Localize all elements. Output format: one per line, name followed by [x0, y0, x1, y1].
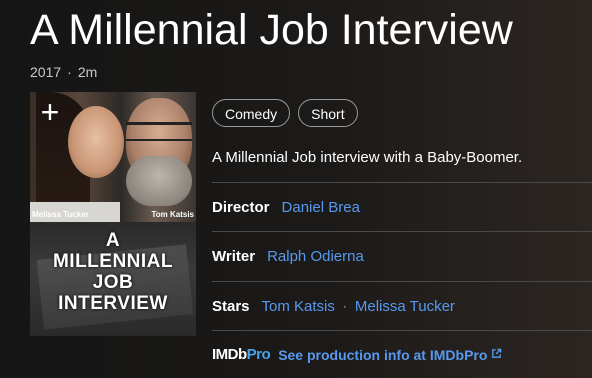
genre-chips: Comedy Short — [212, 99, 358, 127]
director-link[interactable]: Daniel Brea — [282, 199, 360, 216]
poster-glasses — [126, 122, 192, 141]
poster-caption-right: Tom Katsis — [151, 210, 194, 219]
credit-row-stars: Stars Tom Katsis · Melissa Tucker — [212, 281, 592, 330]
meta-separator: · — [67, 64, 72, 80]
poster-title-line: INTERVIEW — [58, 293, 168, 314]
imdbpro-row: IMDbPro See production info at IMDbPro — [212, 330, 592, 378]
poster-title-area: A MILLENNIAL JOB INTERVIEW — [30, 222, 196, 336]
poster-title-line: JOB — [92, 272, 134, 293]
genre-chip-comedy[interactable]: Comedy — [212, 99, 291, 127]
star-link[interactable]: Tom Katsis — [262, 298, 335, 315]
writer-link[interactable]: Ralph Odierna — [267, 248, 364, 265]
poster-figure-left — [68, 106, 124, 178]
poster[interactable]: Melissa Tucker Tom Katsis + A MILLENNIAL… — [30, 92, 196, 336]
poster-caption-left: Melissa Tucker — [32, 210, 89, 219]
plot-summary: A Millennial Job interview with a Baby-B… — [212, 149, 523, 166]
imdbpro-link[interactable]: See production info at IMDbPro — [278, 347, 487, 363]
genre-chip-short[interactable]: Short — [298, 99, 358, 127]
credit-row-writer: Writer Ralph Odierna — [212, 231, 592, 280]
imdbpro-logo-imdb: IMDb — [212, 346, 247, 363]
credit-row-director: Director Daniel Brea — [212, 182, 592, 231]
director-label[interactable]: Director — [212, 199, 270, 216]
writer-label[interactable]: Writer — [212, 248, 255, 265]
title-meta: 2017 · 2m — [30, 64, 97, 80]
poster-title: A MILLENNIAL JOB INTERVIEW — [30, 230, 196, 314]
page-title: A Millennial Job Interview — [30, 6, 513, 54]
imdbpro-logo-pro: Pro — [246, 346, 271, 363]
release-year[interactable]: 2017 — [30, 64, 61, 80]
poster-title-line: A — [105, 230, 121, 251]
runtime: 2m — [77, 64, 98, 80]
poster-beard — [126, 156, 192, 206]
stars-separator: · — [342, 299, 347, 313]
external-link-icon[interactable] — [491, 348, 502, 362]
imdbpro-logo: IMDbPro — [212, 346, 271, 363]
stars-label[interactable]: Stars — [212, 298, 250, 315]
poster-title-line: MILLENNIAL — [52, 251, 174, 272]
add-to-watchlist-icon[interactable]: + — [36, 96, 64, 128]
star-link[interactable]: Melissa Tucker — [355, 298, 455, 315]
